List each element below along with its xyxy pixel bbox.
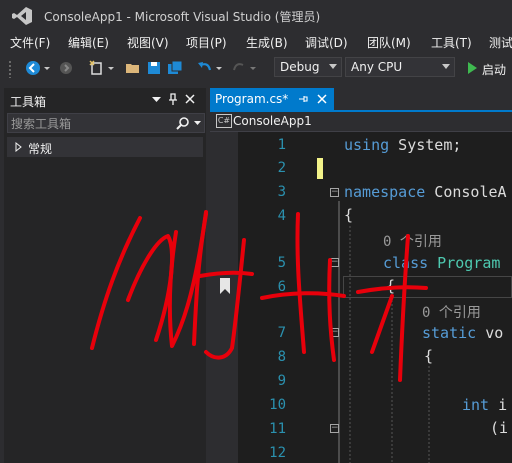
handwritten-annotation xyxy=(90,210,428,382)
